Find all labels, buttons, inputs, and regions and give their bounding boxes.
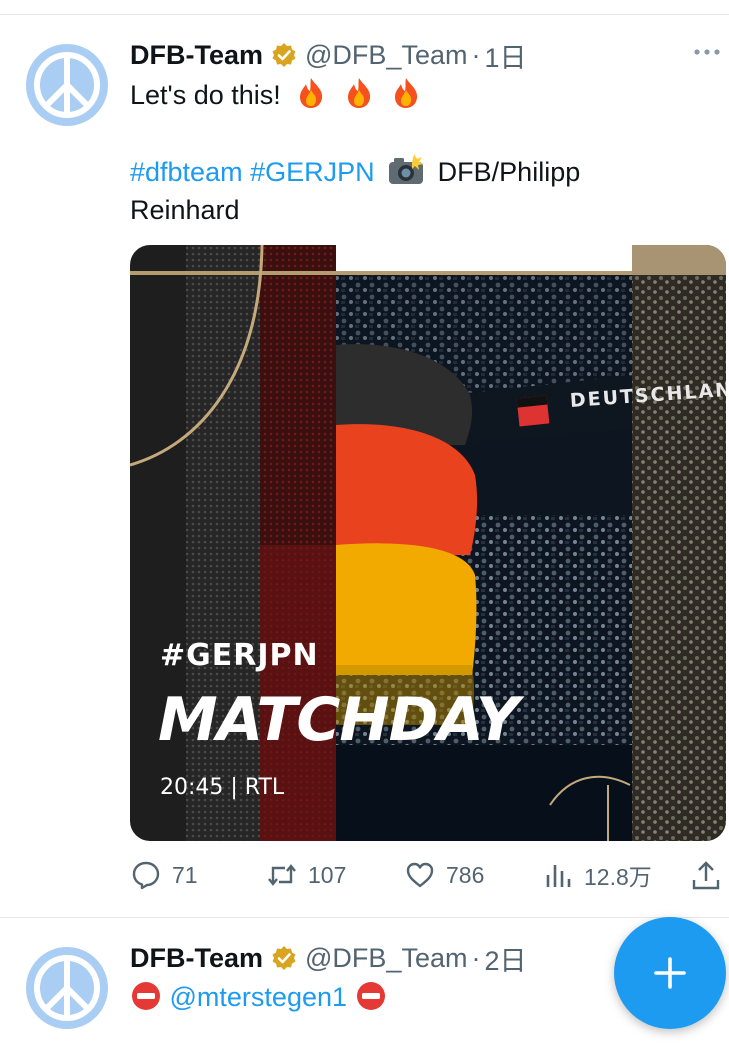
timestamp[interactable]: 1日 <box>484 36 526 75</box>
tweet-text-line2: #dfbteam #GERJPN DFB/Philipp <box>130 153 580 191</box>
tweet-text-line1: @mterstegen1 <box>130 978 387 1016</box>
reply-button[interactable]: 71 <box>130 855 198 895</box>
photo-credit: DFB/Philipp <box>437 157 581 187</box>
more-button[interactable] <box>692 40 722 64</box>
tweet-text: Let's do this! <box>130 80 281 110</box>
share-icon <box>692 861 720 890</box>
image-title: MATCHDAY <box>158 685 519 755</box>
tweet-header: DFB-Team @DFB_Team · 2日 <box>130 939 527 978</box>
timestamp[interactable]: 2日 <box>484 939 526 978</box>
top-divider <box>0 14 729 15</box>
retweet-count: 107 <box>308 861 347 888</box>
user-handle[interactable]: @DFB_Team <box>305 40 467 71</box>
peace-sign-icon <box>34 955 100 1021</box>
views-chart-icon <box>546 865 571 887</box>
tweet-header: DFB-Team @DFB_Team · 1日 <box>130 36 527 75</box>
hashtag-link[interactable]: #GERJPN <box>250 157 375 187</box>
peace-sign-icon <box>34 52 100 118</box>
image-kickoff-time: 20:45 | RTL <box>160 775 285 800</box>
fire-emoji-icon <box>395 78 418 108</box>
tweet-divider <box>0 917 729 918</box>
mention-link[interactable]: @mterstegen1 <box>170 982 348 1012</box>
camera-flash-emoji-icon <box>389 154 425 184</box>
retweet-button[interactable]: 107 <box>266 855 346 895</box>
views-button[interactable]: 12.8万 <box>542 855 652 895</box>
reply-icon <box>132 861 160 890</box>
like-count: 786 <box>446 861 485 888</box>
reply-count: 71 <box>172 861 198 888</box>
tweet-image[interactable]: DEUTSCHLAND #GERJPN MATCHDAY 20:45 | RTL <box>130 245 726 841</box>
tweet-text-line3: Reinhard <box>130 191 240 229</box>
no-entry-emoji-icon <box>132 982 160 1010</box>
avatar[interactable] <box>26 947 108 1029</box>
tweet-text-line1: Let's do this! <box>130 76 423 114</box>
avatar[interactable] <box>26 44 108 126</box>
verified-badge-icon <box>272 946 296 970</box>
separator-dot: · <box>471 942 481 973</box>
views-count: 12.8万 <box>584 864 652 890</box>
tweet-actions: 71 107 786 12.8万 <box>0 855 729 895</box>
image-hashtag: #GERJPN <box>160 638 319 673</box>
heart-icon <box>406 862 434 888</box>
separator-dot: · <box>471 39 481 70</box>
fire-emoji-icon <box>300 78 323 108</box>
user-handle[interactable]: @DFB_Team <box>305 943 467 974</box>
hashtag-link[interactable]: #dfbteam <box>130 157 243 187</box>
verified-badge-icon <box>272 43 296 67</box>
share-button[interactable] <box>690 860 722 892</box>
more-dots-icon <box>694 49 720 55</box>
photo-credit-cont: Reinhard <box>130 195 240 225</box>
display-name[interactable]: DFB-Team <box>130 40 263 71</box>
fire-emoji-icon <box>347 78 370 108</box>
retweet-icon <box>268 864 296 886</box>
plus-icon <box>654 957 686 989</box>
no-entry-emoji-icon <box>356 982 385 1010</box>
compose-tweet-button[interactable] <box>614 917 726 1029</box>
display-name[interactable]: DFB-Team <box>130 943 263 974</box>
like-button[interactable]: 786 <box>404 855 484 895</box>
